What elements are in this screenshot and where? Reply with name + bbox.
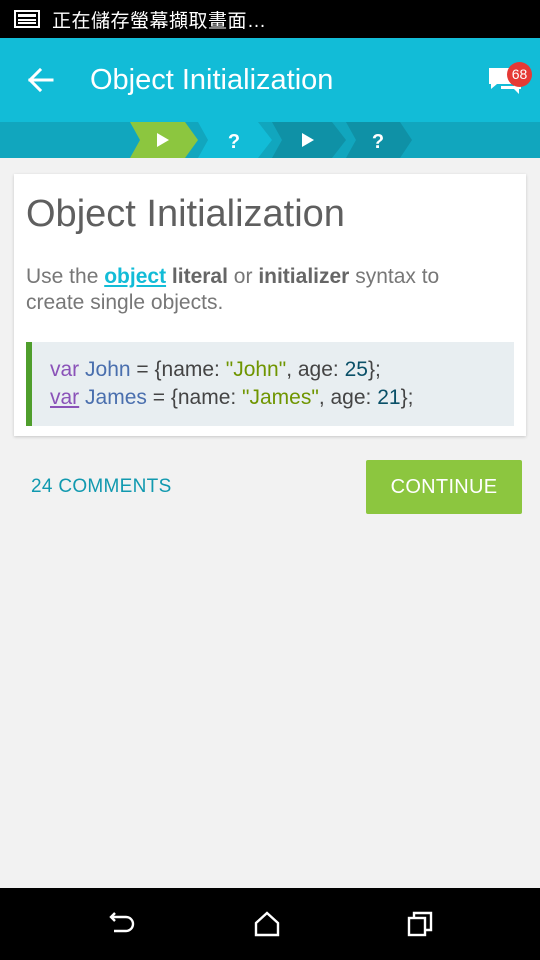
arrow-left-icon [27,67,54,93]
lesson-card: Object Initialization Use the object lit… [14,174,526,436]
nav-back-button[interactable] [71,888,171,960]
back-icon [109,912,135,933]
system-nav-bar [0,888,540,960]
question-mark-icon: ? [372,131,384,153]
comments-button[interactable]: 68 [470,38,540,122]
status-text: 正在儲存螢幕擷取畫面… [52,10,267,32]
notification-badge: 68 [507,62,532,87]
status-bar: 正在儲存螢幕擷取畫面… [0,0,540,38]
recents-icon [407,911,433,937]
question-mark-icon: ? [228,131,240,153]
comments-link[interactable]: 24 COMMENTS [31,476,172,498]
back-button[interactable] [0,38,80,122]
lesson-title: Object Initialization [26,193,345,235]
nav-recents-button[interactable] [370,888,470,960]
code-line: var John = {name: "John", age: 25}; [50,358,381,381]
lesson-description: Use the object literal or initializer sy… [26,265,440,314]
var-keyword-link[interactable]: var [50,386,79,409]
nav-home-button[interactable] [217,888,317,960]
object-glossary-link[interactable]: object [104,265,166,288]
home-icon [254,911,280,937]
page-title: Object Initialization [90,63,334,96]
screenshot-icon [14,10,40,28]
app-bar: Object Initialization 68 [0,38,540,122]
continue-button[interactable]: CONTINUE [366,460,522,514]
code-line: var James = {name: "James", age: 21}; [50,386,414,409]
lesson-progress: ? ? [0,122,540,158]
code-block: var John = {name: "John", age: 25}; var … [26,342,514,426]
